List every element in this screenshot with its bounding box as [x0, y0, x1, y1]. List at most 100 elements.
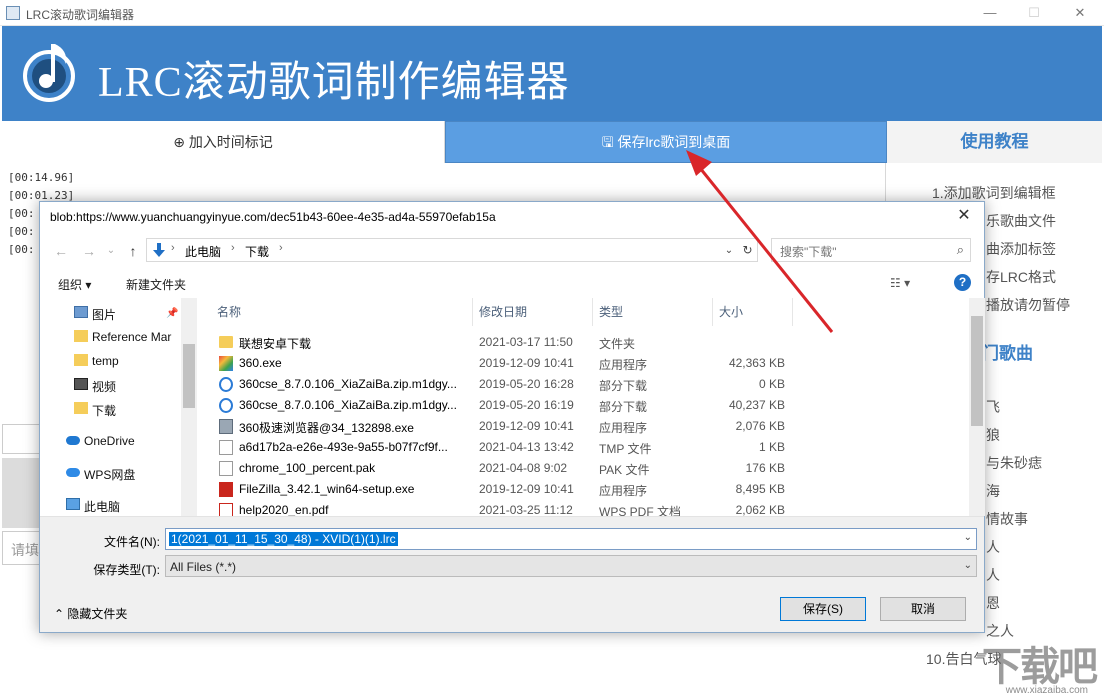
- breadcrumb-separator: ›: [279, 242, 283, 254]
- filename-value: 1(2021_01_11_15_30_48) - XVID(1)(1).lrc: [169, 532, 398, 546]
- help-icon[interactable]: ?: [954, 274, 971, 291]
- forward-button[interactable]: →: [80, 242, 98, 260]
- file-row[interactable]: 360cse_8.7.0.106_XiaZaiBa.zip.m1dgy... 20…: [197, 395, 969, 416]
- lyric-line: [00:14.96]: [8, 171, 75, 184]
- breadcrumb-separator: ›: [231, 242, 235, 254]
- folder-icon: [74, 354, 88, 366]
- search-input[interactable]: 搜索"下载" ⌕: [771, 238, 971, 262]
- hot-song-item[interactable]: 飞: [986, 397, 1000, 417]
- dialog-close-button[interactable]: ✕: [950, 204, 978, 228]
- file-list-scrollbar[interactable]: [969, 298, 985, 516]
- hot-songs-title: 门歌曲: [982, 344, 1033, 363]
- file-row[interactable]: 联想安卓下载 2021-03-17 11:50 文件夹: [197, 332, 969, 353]
- file-name: FileZilla_3.42.1_win64-setup.exe: [239, 482, 415, 496]
- pictures-icon: [74, 306, 88, 318]
- chevron-up-icon: ⌃: [54, 607, 65, 621]
- up-folder-button[interactable]: ↑: [124, 242, 142, 260]
- lyric-input[interactable]: 请填: [2, 531, 44, 565]
- file-size: 1 KB: [758, 440, 785, 454]
- refresh-button[interactable]: ↻: [738, 238, 758, 262]
- new-folder-button[interactable]: 新建文件夹: [126, 276, 186, 293]
- cancel-button[interactable]: 取消: [880, 597, 966, 621]
- recent-locations-button[interactable]: ⌄: [102, 242, 120, 260]
- hot-song-item[interactable]: 与朱砂痣: [986, 453, 1042, 473]
- back-button[interactable]: ←: [52, 242, 70, 260]
- tutorial-header: 使用教程: [887, 121, 1102, 163]
- nav-item-wps-drive[interactable]: WPS网盘: [66, 466, 135, 483]
- file-row[interactable]: 360cse_8.7.0.106_XiaZaiBa.zip.m1dgy... 20…: [197, 374, 969, 395]
- hot-song-item[interactable]: 海: [986, 481, 1000, 501]
- address-bar[interactable]: › 此电脑 › 下载 › ⌄: [146, 238, 758, 262]
- nav-item-downloads[interactable]: 下载: [74, 402, 116, 419]
- file-row[interactable]: 360极速浏览器@34_132898.exe 2019-12-09 10:41 应用…: [197, 416, 969, 437]
- save-lrc-button[interactable]: 🖫 保存lrc歌词到桌面: [445, 121, 887, 163]
- nav-pane-scrollbar[interactable]: [181, 298, 197, 516]
- nav-item-onedrive[interactable]: OneDrive: [66, 434, 135, 448]
- column-header-date[interactable]: 修改日期: [473, 298, 593, 326]
- song-field[interactable]: [2, 424, 44, 454]
- address-dropdown-button[interactable]: ⌄: [721, 243, 737, 259]
- file-row[interactable]: chrome_100_percent.pak 2021-04-08 9:02 PAK…: [197, 458, 969, 479]
- scrollbar-thumb[interactable]: [183, 344, 195, 408]
- app-window: LRC滚动歌词编辑器 — ☐ ✕ LRC滚动歌词制作编辑器 ⊕ 加入时间标记 🖫…: [0, 0, 1104, 698]
- hot-song-item[interactable]: 人: [986, 565, 1000, 585]
- hot-song-item[interactable]: 恩: [986, 593, 1000, 613]
- file-date: 2021-04-08 9:02: [479, 461, 568, 475]
- nav-item-temp[interactable]: temp: [74, 354, 119, 368]
- file-size: 176 KB: [745, 461, 785, 475]
- folder-icon: [219, 336, 233, 348]
- column-header-type[interactable]: 类型: [593, 298, 713, 326]
- add-time-mark-button[interactable]: ⊕ 加入时间标记: [2, 121, 445, 163]
- save-button[interactable]: 保存(S): [780, 597, 866, 621]
- filename-input[interactable]: 1(2021_01_11_15_30_48) - XVID(1)(1).lrc …: [165, 528, 977, 550]
- file-date: 2019-12-09 10:41: [479, 419, 574, 433]
- file-name: 360cse_8.7.0.106_XiaZaiBa.zip.m1dgy...: [239, 398, 457, 412]
- file-row[interactable]: FileZilla_3.42.1_win64-setup.exe 2019-12-…: [197, 479, 969, 500]
- filename-label: 文件名(N):: [104, 535, 160, 549]
- folder-icon: [74, 402, 88, 414]
- nav-item-this-pc[interactable]: 此电脑: [66, 498, 120, 515]
- file-row[interactable]: a6d17b2a-e26e-493e-9a55-b07f7cf9f... 2021…: [197, 437, 969, 458]
- organize-button[interactable]: 组织 ▾: [58, 276, 91, 293]
- nav-item-pictures[interactable]: 图片: [74, 306, 116, 323]
- maximize-button[interactable]: ☐: [1024, 4, 1044, 22]
- hot-song-item[interactable]: 情故事: [986, 509, 1028, 529]
- computer-icon: [66, 498, 80, 510]
- column-header-name[interactable]: 名称: [197, 298, 473, 326]
- file-size: 42,363 KB: [728, 356, 785, 370]
- tutorial-step: 曲添加标签: [986, 241, 1056, 257]
- hot-song-item[interactable]: 人: [986, 537, 1000, 557]
- add-time-mark-label: 加入时间标记: [188, 134, 273, 150]
- breadcrumb-downloads[interactable]: 下载: [245, 243, 269, 260]
- scrollbar-thumb[interactable]: [971, 316, 983, 426]
- view-options-button[interactable]: ☷ ▾: [890, 276, 910, 290]
- breadcrumb-this-pc[interactable]: 此电脑: [185, 243, 221, 260]
- app-icon: [219, 356, 233, 371]
- close-window-button[interactable]: ✕: [1070, 4, 1090, 22]
- nav-item-label: temp: [92, 354, 119, 368]
- tutorial-step: 播放请勿暂停: [986, 297, 1070, 313]
- nav-item-label: OneDrive: [84, 434, 135, 448]
- save-file-dialog: blob:https://www.yuanchuangyinyue.com/de…: [39, 201, 985, 633]
- tutorial-step: 1.添加歌词到编辑框: [932, 185, 1056, 201]
- hot-song-item[interactable]: 狼: [986, 425, 1000, 445]
- toolbar: ⊕ 加入时间标记 🖫 保存lrc歌词到桌面 使用教程: [2, 121, 1102, 163]
- file-row[interactable]: help2020_en.pdf 2021-03-25 11:12 WPS PDF 文…: [197, 500, 969, 516]
- file-date: 2019-12-09 10:41: [479, 482, 574, 496]
- hide-folders-toggle[interactable]: ⌃ 隐藏文件夹: [54, 605, 127, 622]
- nav-item-videos[interactable]: 视频: [74, 378, 116, 395]
- file-date: 2021-03-17 11:50: [479, 335, 573, 349]
- search-icon: ⌕: [956, 242, 964, 257]
- navigation-pane: 图片 Reference Mar temp 视频 下载 OneDrive WPS…: [40, 298, 197, 516]
- chevron-down-icon[interactable]: ⌄: [964, 532, 972, 543]
- minimize-button[interactable]: —: [980, 4, 1000, 22]
- save-options-pane: 文件名(N): 1(2021_01_11_15_30_48) - XVID(1)…: [40, 516, 984, 632]
- command-bar: 组织 ▾ 新建文件夹 ☷ ▾ ?: [40, 268, 984, 298]
- hide-folders-label: 隐藏文件夹: [67, 607, 128, 621]
- file-type: 部分下载: [599, 379, 648, 393]
- column-header-size[interactable]: 大小: [713, 298, 793, 326]
- nav-item-reference[interactable]: Reference Mar: [74, 330, 171, 344]
- file-size: 40,237 KB: [728, 398, 785, 412]
- filetype-select[interactable]: All Files (*.*) ⌄: [165, 555, 977, 577]
- file-row[interactable]: 360.exe 2019-12-09 10:41 应用程序 42,363 KB: [197, 353, 969, 374]
